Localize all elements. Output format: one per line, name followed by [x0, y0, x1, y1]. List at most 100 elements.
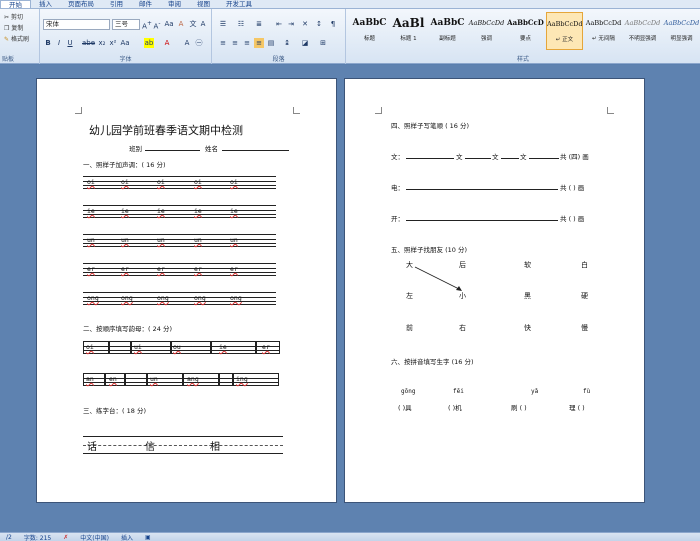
chinese-layout-icon[interactable]: ✕	[300, 19, 310, 29]
match-char: 慢	[581, 324, 588, 332]
style-intense-emphasis-sample: AaBbCcDd	[663, 19, 700, 27]
decrease-indent-icon[interactable]: ⇤	[274, 19, 284, 29]
numbering-icon[interactable]: ☷	[236, 19, 246, 29]
style-strong-sample: AaBbCcD	[507, 18, 544, 27]
stroke-blank	[465, 151, 491, 159]
stroke-count: 共 ( ) 画	[560, 215, 585, 223]
style-intense-emphasis[interactable]: AaBbCcDd 明显强调	[663, 12, 700, 50]
match-char: 右	[459, 324, 466, 332]
align-left-icon[interactable]: ≡	[218, 38, 228, 48]
style-subtle-emphasis-name: 不明显强调	[628, 36, 657, 42]
language-indicator[interactable]: 中文(中国)	[74, 533, 115, 541]
tab-mailings[interactable]: 邮件	[131, 0, 160, 8]
style-title[interactable]: AaBbC 标题	[351, 12, 388, 50]
styles-group: AaBbC 标题 AaBl 标题 1 AaBbC 副标题 AaBbCcDd 强调 AaB…	[346, 9, 700, 64]
show-marks-icon[interactable]: ¶	[328, 19, 338, 29]
style-subtitle-sample: AaBbC	[430, 18, 465, 28]
bold-icon[interactable]: B	[43, 38, 53, 48]
pinyin-cell: ie	[121, 207, 129, 215]
vowel-cell: ie	[219, 343, 227, 351]
text-effects-icon[interactable]: Aa	[120, 38, 130, 48]
copy-label: 复制	[11, 25, 24, 32]
pinyin-row	[83, 205, 276, 218]
section-3-heading: 三、练字台：( 18 分)	[83, 407, 146, 415]
enclose-char-icon[interactable]: ㊀	[194, 38, 204, 48]
name-label: 姓名	[205, 145, 218, 153]
shading-icon[interactable]: ◪	[300, 38, 310, 48]
page-1[interactable]: 幼儿园学前班春季语文期中检测 班别 姓名 一、照样子加声调：( 16 分) oi…	[36, 78, 337, 503]
char-border-icon[interactable]: A	[198, 19, 208, 29]
style-emphasis[interactable]: AaBbCcDd 强调	[468, 12, 505, 50]
font-color-icon[interactable]: A	[162, 38, 172, 48]
tab-review[interactable]: 审阅	[160, 0, 189, 8]
subscript-icon[interactable]: x₂	[97, 38, 107, 48]
match-char: 左	[406, 292, 413, 300]
insert-mode[interactable]: 插入	[115, 533, 139, 541]
vowel-cell: oi	[86, 343, 94, 351]
grow-font-icon[interactable]: A+	[142, 19, 152, 30]
page-2[interactable]: 四、照样子写笔顺 ( 16 分) 文： 文 文 文 共 (四) 画 电： 共 (…	[344, 78, 645, 503]
vowel-cell: ing	[236, 375, 248, 383]
change-case-icon[interactable]: Aa	[164, 19, 174, 29]
align-center-icon[interactable]: ≡	[230, 38, 240, 48]
underline-icon[interactable]: U	[65, 38, 75, 48]
distributed-icon[interactable]: ▤	[266, 38, 276, 48]
fill-char: ( )具	[398, 404, 412, 412]
phonetic-guide-icon[interactable]: 文	[188, 19, 198, 29]
borders-icon[interactable]: ⊞	[318, 38, 328, 48]
italic-icon[interactable]: I	[54, 38, 64, 48]
pinyin-cell: un	[230, 236, 238, 244]
match-char: 硬	[581, 292, 588, 300]
font-size-select[interactable]: 三号	[112, 19, 140, 30]
word-count[interactable]: 字数: 215	[18, 533, 57, 541]
style-no-spacing[interactable]: AaBbCcDd ↵ 无间隔	[585, 12, 622, 50]
tab-insert[interactable]: 插入	[31, 0, 60, 8]
superscript-icon[interactable]: x²	[108, 38, 118, 48]
pinyin-row	[83, 176, 276, 189]
justify-icon[interactable]: ≡	[254, 38, 264, 48]
scissors-icon: ✂	[4, 14, 10, 21]
style-strong[interactable]: AaBbCcD 要点	[507, 12, 544, 50]
match-char: 快	[524, 324, 531, 332]
fill-char: 理 ( )	[569, 404, 585, 412]
shrink-font-icon[interactable]: A-	[152, 19, 162, 30]
tab-home[interactable]: 开始	[0, 0, 31, 9]
paragraph-group-label: 段落	[272, 56, 285, 63]
tab-view[interactable]: 视图	[189, 0, 218, 8]
style-normal[interactable]: AaBbCcDd ↵ 正文	[546, 12, 583, 50]
format-painter-button[interactable]: ✎ 格式刷	[4, 36, 29, 44]
sort-icon[interactable]: ↕	[314, 19, 324, 29]
align-right-icon[interactable]: ≡	[242, 38, 252, 48]
pinyin-prompt: fù	[583, 388, 591, 395]
style-subtle-emphasis[interactable]: AaBbCcDd 不明显强调	[624, 12, 661, 50]
name-blank	[222, 143, 289, 151]
style-title-name: 标题	[363, 36, 375, 42]
font-name-select[interactable]: 宋体	[43, 19, 110, 30]
ribbon-tabs: 开始 插入 页面布局 引用 邮件 审阅 视图 开发工具	[0, 0, 700, 9]
style-title-sample: AaBbC	[352, 18, 387, 28]
multilevel-list-icon[interactable]: ≣	[254, 19, 264, 29]
highlight-icon[interactable]: ab	[144, 38, 154, 48]
line-spacing-icon[interactable]: ↨	[282, 38, 292, 48]
proofing-icon[interactable]: ✗	[57, 534, 74, 541]
char-shading-icon[interactable]: A	[182, 38, 192, 48]
clear-format-icon[interactable]: A	[176, 19, 186, 29]
tab-page-layout[interactable]: 页面布局	[60, 0, 102, 8]
increase-indent-icon[interactable]: ⇥	[286, 19, 296, 29]
style-strong-name: 要点	[519, 36, 531, 42]
cut-button[interactable]: ✂ 剪切	[4, 14, 23, 22]
macro-record-icon[interactable]: ▣	[139, 534, 157, 541]
page-indicator[interactable]: /2	[0, 534, 18, 541]
match-char: 前	[406, 324, 413, 332]
tab-references[interactable]: 引用	[102, 0, 131, 8]
style-subtitle[interactable]: AaBbC 副标题	[429, 12, 466, 50]
copy-button[interactable]: ❐ 复制	[4, 25, 23, 33]
stroke-part: 文	[520, 153, 527, 161]
style-normal-sample: AaBbCcDd	[547, 20, 582, 28]
writing-grid	[83, 436, 283, 454]
style-heading1[interactable]: AaBl 标题 1	[390, 12, 427, 50]
strikethrough-icon[interactable]: abe	[82, 38, 95, 48]
pinyin-cell: oi	[121, 178, 129, 186]
tab-developer[interactable]: 开发工具	[218, 0, 260, 8]
bullets-icon[interactable]: ☰	[218, 19, 228, 29]
